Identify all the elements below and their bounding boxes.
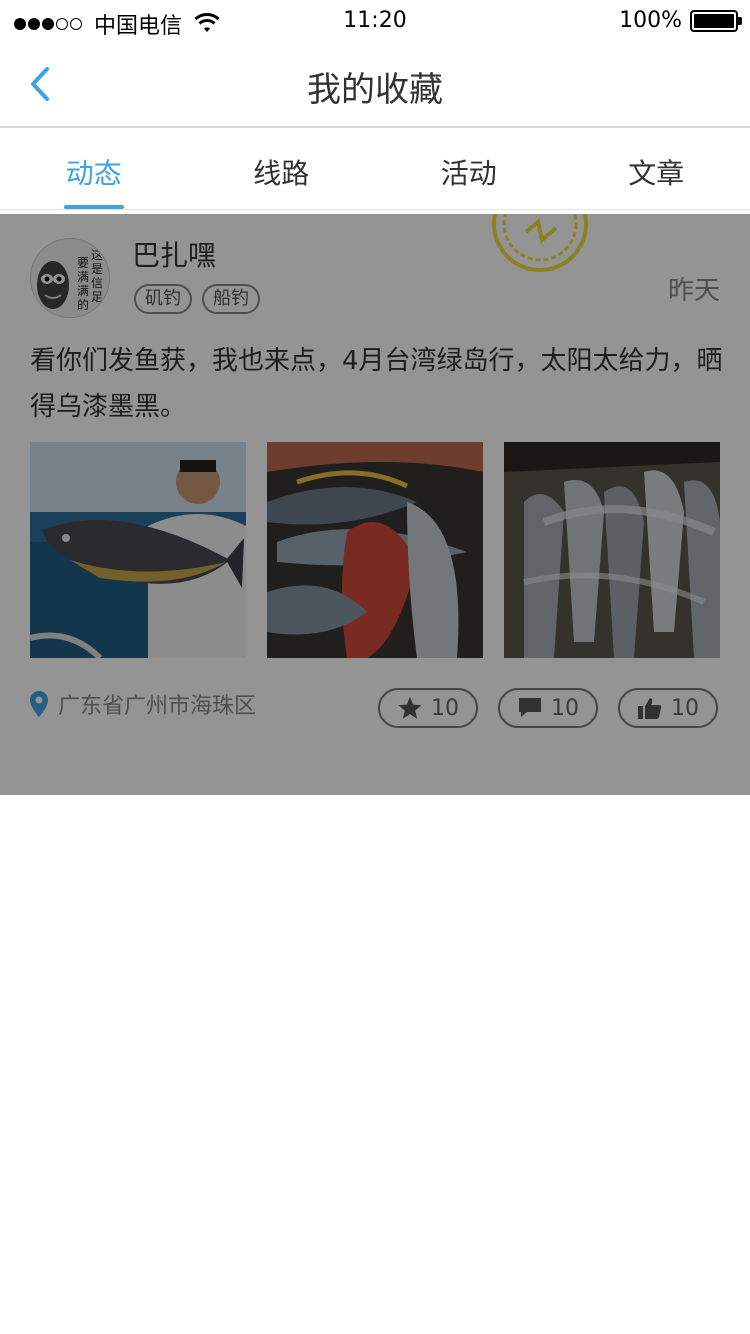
star-icon [398,697,422,719]
status-bar: 中国电信 11:20 100% [0,0,750,40]
avatar-char: 要 [77,256,89,270]
location-text: 广东省广州市海珠区 [58,694,257,719]
battery-percent: 100% [619,8,682,33]
post-actions: 10 10 10 [358,688,718,728]
photo-grid [30,442,720,658]
nav-bar: 我的收藏 [0,40,750,128]
avatar-image: 这 是 信 要 满 满 的 足 [31,239,109,317]
tab-articles[interactable]: 文章 [563,130,750,209]
username[interactable]: 巴扎嘿 [132,234,216,274]
tuna-catch-photo [504,442,720,658]
avatar-char: 足 [91,290,103,304]
comment-button[interactable]: 10 [498,688,598,728]
favorite-count: 10 [431,695,459,721]
avatar-char: 是 [91,262,103,276]
stamp-icon [492,214,588,272]
tag-badge: 矶钓 [134,284,192,314]
post-timestamp: 昨天 [667,276,720,306]
tab-dynamics[interactable]: 动态 [0,130,188,209]
location: 广东省广州市海珠区 [30,688,256,720]
like-count: 10 [671,695,699,721]
fish-pile-photo [267,442,483,658]
photo-thumbnail[interactable] [504,442,720,658]
avatar-char: 满 [77,284,89,298]
battery-icon [690,9,742,32]
thumbs-up-icon [638,698,662,719]
avatar-char: 的 [77,297,89,312]
post-text: 看你们发鱼获，我也来点，4月台湾绿岛行，太阳太给力，晒得乌漆墨黑。 [30,346,723,422]
post-card[interactable]: 这 是 信 要 满 满 的 足 巴扎嘿 矶钓 船钓 昨天 看你们发鱼获，我也来点… [0,214,750,795]
location-pin-icon [30,691,48,717]
avatar-char: 信 [91,276,103,290]
like-button[interactable]: 10 [618,688,718,728]
photo-thumbnail[interactable] [267,442,483,658]
tab-routes[interactable]: 线路 [188,130,376,209]
page-title: 我的收藏 [307,70,443,110]
avatar-char: 满 [77,270,89,284]
avatar-char: 这 [91,247,103,262]
tab-activities[interactable]: 活动 [375,130,563,209]
favorite-button[interactable]: 10 [378,688,478,728]
fisherman-photo [30,442,246,658]
comment-icon [519,698,541,717]
avatar[interactable]: 这 是 信 要 满 满 的 足 [30,238,110,318]
tag-list: 矶钓 船钓 [134,284,270,314]
tab-bar: 动态 线路 活动 文章 [0,130,750,210]
photo-thumbnail[interactable] [30,442,246,658]
comment-count: 10 [551,695,579,721]
tag-badge: 船钓 [202,284,260,314]
